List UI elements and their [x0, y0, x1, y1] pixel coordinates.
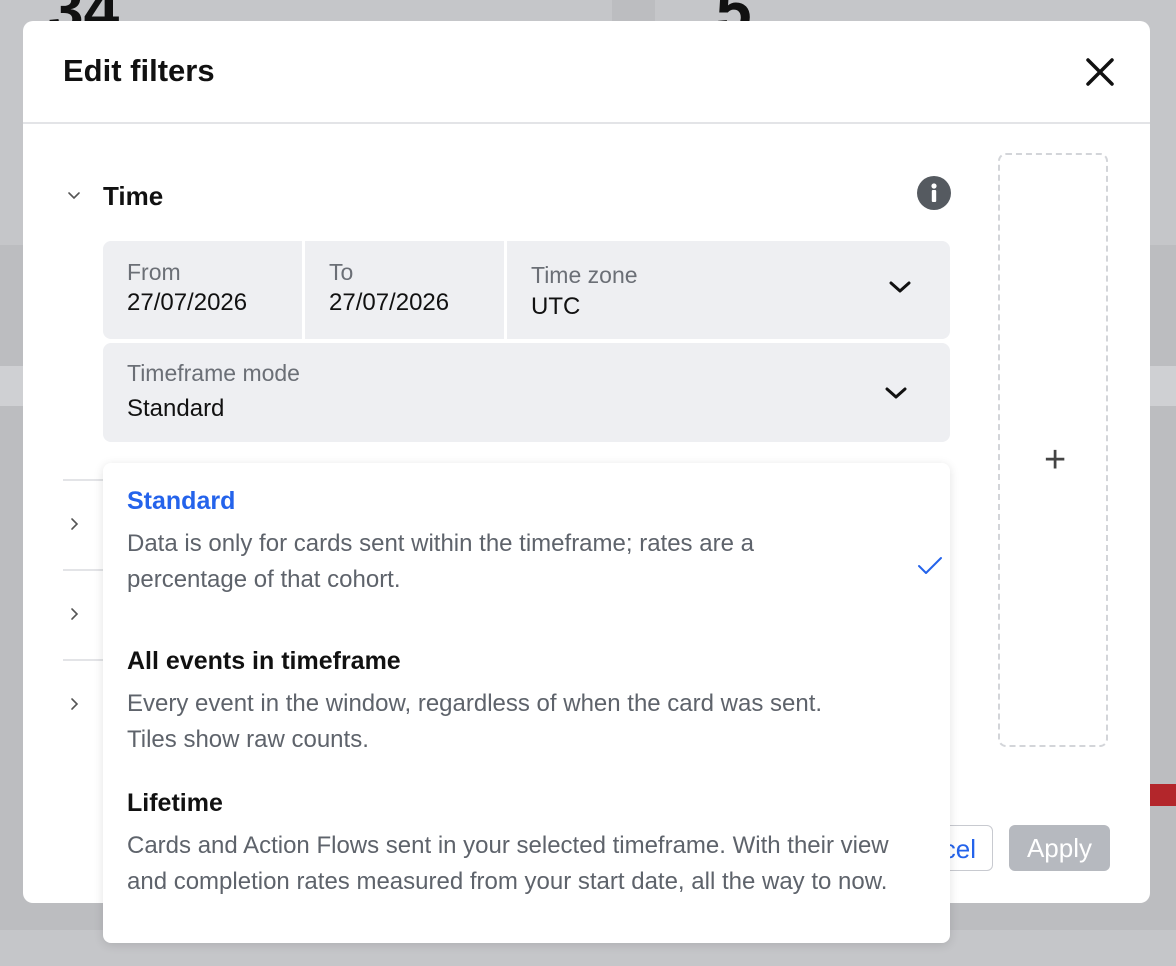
section-title-time[interactable]: Time — [103, 181, 163, 212]
expand-chevron-icon[interactable] — [67, 517, 81, 531]
collapse-chevron-icon[interactable] — [67, 189, 81, 203]
from-date-field[interactable]: From 27/07/2026 — [103, 241, 302, 339]
timeframe-mode-dropdown: Standard Data is only for cards sent wit… — [103, 463, 950, 943]
option-description: Every event in the window, regardless of… — [127, 690, 823, 753]
option-title: All events in timeframe — [127, 647, 401, 675]
close-button[interactable] — [1081, 53, 1119, 91]
timezone-select[interactable]: Time zone UTC — [507, 241, 950, 339]
close-icon — [1086, 58, 1114, 86]
section-divider — [63, 479, 103, 481]
option-title: Standard — [127, 487, 236, 515]
chevron-down-icon — [885, 387, 907, 399]
to-value: 27/07/2026 — [329, 289, 450, 316]
dropdown-option-all-events[interactable]: All events in timeframe Every event in t… — [127, 647, 907, 758]
expand-chevron-icon[interactable] — [67, 607, 81, 621]
checkmark-icon — [918, 557, 942, 574]
section-divider — [63, 569, 103, 571]
timezone-label: Time zone — [531, 262, 638, 288]
from-label: From — [127, 259, 181, 285]
from-value: 27/07/2026 — [127, 289, 248, 316]
dropdown-option-standard[interactable]: Standard Data is only for cards sent wit… — [127, 487, 942, 598]
option-description: Data is only for cards sent within the t… — [127, 530, 754, 593]
timeframe-mode-select[interactable]: Timeframe mode Standard — [103, 343, 950, 442]
add-filter-zone[interactable]: + — [998, 153, 1108, 747]
background-red-marker — [1150, 784, 1176, 806]
to-date-field[interactable]: To 27/07/2026 — [305, 241, 504, 339]
info-icon[interactable] — [917, 176, 951, 210]
section-divider — [63, 659, 103, 661]
plus-icon: + — [1044, 439, 1067, 481]
apply-button[interactable]: Apply — [1009, 825, 1110, 871]
dropdown-option-lifetime[interactable]: Lifetime Cards and Action Flows sent in … — [127, 789, 907, 900]
expand-chevron-icon[interactable] — [67, 697, 81, 711]
timeframe-mode-value: Standard — [127, 395, 225, 422]
to-label: To — [329, 259, 354, 285]
option-title: Lifetime — [127, 789, 223, 817]
option-description: Cards and Action Flows sent in your sele… — [127, 832, 889, 895]
modal-header: Edit filters — [23, 21, 1150, 124]
timeframe-mode-label: Timeframe mode — [127, 360, 300, 386]
timezone-value: UTC — [531, 293, 581, 320]
modal-title: Edit filters — [63, 53, 215, 88]
chevron-down-icon — [889, 281, 911, 293]
